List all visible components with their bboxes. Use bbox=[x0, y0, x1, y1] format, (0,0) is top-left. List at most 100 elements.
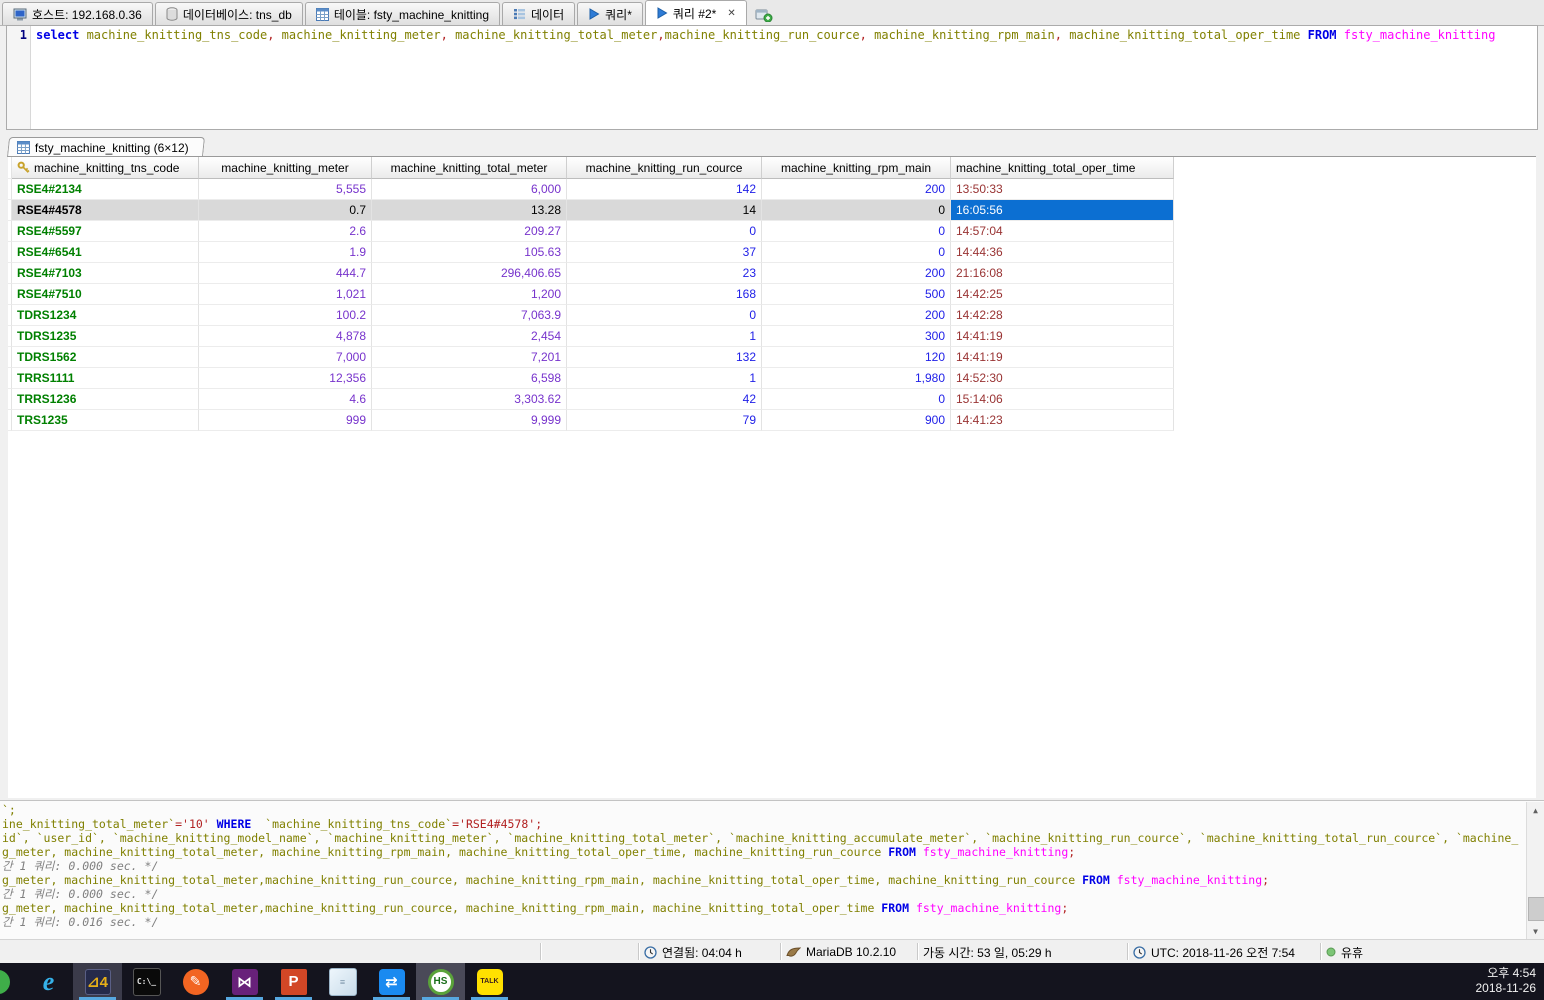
cell-machine_knitting_run_cource[interactable]: 42 bbox=[567, 389, 762, 410]
taskbar-slot-visual-studio-icon[interactable]: ⋈ bbox=[220, 963, 269, 1000]
main-tab-1[interactable]: 호스트: 192.168.0.36 bbox=[2, 2, 153, 25]
main-tab-6[interactable]: 쿼리 #2*✕ bbox=[645, 0, 747, 25]
main-tab-4[interactable]: 데이터 bbox=[502, 2, 575, 25]
cell-machine_knitting_total_meter[interactable]: 105.63 bbox=[372, 242, 567, 263]
cell-machine_knitting_rpm_main[interactable]: 0 bbox=[762, 221, 951, 242]
table-row[interactable]: TDRS15627,0007,20113212014:41:19 bbox=[8, 347, 1536, 368]
main-tab-5[interactable]: 쿼리* bbox=[577, 2, 643, 25]
log-scrollbar[interactable]: ▲ ▼ bbox=[1526, 802, 1544, 940]
column-header-machine_knitting_total_oper_time[interactable]: machine_knitting_total_oper_time bbox=[951, 157, 1174, 179]
cell-machine_knitting_total_oper_time[interactable]: 14:41:19 bbox=[951, 347, 1174, 368]
table-row[interactable]: TRS12359999,9997990014:41:23 bbox=[8, 410, 1536, 431]
cell-machine_knitting_tns_code[interactable]: RSE4#5597 bbox=[12, 221, 199, 242]
cell-machine_knitting_total_meter[interactable]: 296,406.65 bbox=[372, 263, 567, 284]
table-row[interactable]: TDRS1234100.27,063.9020014:42:28 bbox=[8, 305, 1536, 326]
cell-machine_knitting_rpm_main[interactable]: 900 bbox=[762, 410, 951, 431]
table-row[interactable]: RSE4#65411.9105.6337014:44:36 bbox=[8, 242, 1536, 263]
cell-machine_knitting_total_meter[interactable]: 7,063.9 bbox=[372, 305, 567, 326]
cell-machine_knitting_run_cource[interactable]: 142 bbox=[567, 179, 762, 200]
cell-machine_knitting_total_meter[interactable]: 2,454 bbox=[372, 326, 567, 347]
cell-machine_knitting_tns_code[interactable]: TRS1235 bbox=[12, 410, 199, 431]
cell-machine_knitting_rpm_main[interactable]: 120 bbox=[762, 347, 951, 368]
cell-machine_knitting_total_meter[interactable]: 7,201 bbox=[372, 347, 567, 368]
cell-machine_knitting_total_meter[interactable]: 6,598 bbox=[372, 368, 567, 389]
cell-machine_knitting_rpm_main[interactable]: 500 bbox=[762, 284, 951, 305]
cell-machine_knitting_tns_code[interactable]: TRRS1236 bbox=[12, 389, 199, 410]
cell-machine_knitting_rpm_main[interactable]: 0 bbox=[762, 242, 951, 263]
cell-machine_knitting_run_cource[interactable]: 168 bbox=[567, 284, 762, 305]
taskbar-slot-internet-explorer-icon[interactable]: e bbox=[24, 963, 73, 1000]
cell-machine_knitting_tns_code[interactable]: TRRS1111 bbox=[12, 368, 199, 389]
cell-machine_knitting_meter[interactable]: 2.6 bbox=[199, 221, 372, 242]
cell-machine_knitting_run_cource[interactable]: 132 bbox=[567, 347, 762, 368]
cell-machine_knitting_rpm_main[interactable]: 0 bbox=[762, 200, 951, 221]
cell-machine_knitting_tns_code[interactable]: RSE4#2134 bbox=[12, 179, 199, 200]
cell-machine_knitting_meter[interactable]: 5,555 bbox=[199, 179, 372, 200]
cell-machine_knitting_total_meter[interactable]: 13.28 bbox=[372, 200, 567, 221]
taskbar-slot-teamviewer-icon[interactable]: ⇄ bbox=[367, 963, 416, 1000]
table-row[interactable]: TRRS12364.63,303.6242015:14:06 bbox=[8, 389, 1536, 410]
column-header-machine_knitting_total_meter[interactable]: machine_knitting_total_meter bbox=[372, 157, 567, 179]
cell-machine_knitting_total_oper_time[interactable]: 14:57:04 bbox=[951, 221, 1174, 242]
table-row[interactable]: RSE4#75101,0211,20016850014:42:25 bbox=[8, 284, 1536, 305]
cell-machine_knitting_run_cource[interactable]: 37 bbox=[567, 242, 762, 263]
cell-machine_knitting_meter[interactable]: 100.2 bbox=[199, 305, 372, 326]
table-row[interactable]: RSE4#7103444.7296,406.652320021:16:08 bbox=[8, 263, 1536, 284]
new-query-tab-icon[interactable] bbox=[755, 8, 773, 22]
taskbar-slot-picpick-icon[interactable]: ⊿4 bbox=[73, 963, 122, 1000]
cell-machine_knitting_run_cource[interactable]: 1 bbox=[567, 368, 762, 389]
main-tab-3[interactable]: 테이블: fsty_machine_knitting bbox=[305, 2, 500, 25]
cell-machine_knitting_tns_code[interactable]: TDRS1234 bbox=[12, 305, 199, 326]
main-tab-2[interactable]: 데이터베이스: tns_db bbox=[155, 2, 303, 25]
cell-machine_knitting_meter[interactable]: 1,021 bbox=[199, 284, 372, 305]
cell-machine_knitting_rpm_main[interactable]: 200 bbox=[762, 305, 951, 326]
cell-machine_knitting_meter[interactable]: 0.7 bbox=[199, 200, 372, 221]
cell-machine_knitting_tns_code[interactable]: RSE4#7103 bbox=[12, 263, 199, 284]
column-header-machine_knitting_meter[interactable]: machine_knitting_meter bbox=[199, 157, 372, 179]
close-tab-icon[interactable]: ✕ bbox=[727, 8, 735, 19]
taskbar-slot-notepad-icon[interactable]: ≡ bbox=[318, 963, 367, 1000]
cell-machine_knitting_total_meter[interactable]: 209.27 bbox=[372, 221, 567, 242]
cell-machine_knitting_tns_code[interactable]: RSE4#6541 bbox=[12, 242, 199, 263]
table-row[interactable]: RSE4#21345,5556,00014220013:50:33 bbox=[8, 179, 1536, 200]
taskbar-slot-powerpoint-icon[interactable]: P bbox=[269, 963, 318, 1000]
cell-machine_knitting_total_meter[interactable]: 1,200 bbox=[372, 284, 567, 305]
cell-machine_knitting_tns_code[interactable]: RSE4#7510 bbox=[12, 284, 199, 305]
cell-machine_knitting_total_oper_time[interactable]: 14:41:19 bbox=[951, 326, 1174, 347]
result-grid[interactable]: machine_knitting_tns_codemachine_knittin… bbox=[8, 156, 1536, 798]
cell-machine_knitting_run_cource[interactable]: 0 bbox=[567, 221, 762, 242]
cell-machine_knitting_meter[interactable]: 999 bbox=[199, 410, 372, 431]
column-header-machine_knitting_run_cource[interactable]: machine_knitting_run_cource bbox=[567, 157, 762, 179]
taskbar-slot-pencil-app-icon[interactable]: ✎ bbox=[171, 963, 220, 1000]
cell-machine_knitting_total_oper_time[interactable]: 14:52:30 bbox=[951, 368, 1174, 389]
cell-machine_knitting_meter[interactable]: 4.6 bbox=[199, 389, 372, 410]
result-tab[interactable]: fsty_machine_knitting (6×12) bbox=[7, 137, 205, 157]
cell-machine_knitting_run_cource[interactable]: 1 bbox=[567, 326, 762, 347]
cell-machine_knitting_total_meter[interactable]: 3,303.62 bbox=[372, 389, 567, 410]
cell-machine_knitting_rpm_main[interactable]: 200 bbox=[762, 263, 951, 284]
cell-machine_knitting_rpm_main[interactable]: 300 bbox=[762, 326, 951, 347]
cell-machine_knitting_run_cource[interactable]: 14 bbox=[567, 200, 762, 221]
cell-machine_knitting_total_oper_time[interactable]: 14:42:25 bbox=[951, 284, 1174, 305]
cell-machine_knitting_meter[interactable]: 7,000 bbox=[199, 347, 372, 368]
cell-machine_knitting_meter[interactable]: 4,878 bbox=[199, 326, 372, 347]
taskbar-clock[interactable]: 오후 4:54 2018-11-26 bbox=[1476, 966, 1537, 996]
cell-machine_knitting_total_oper_time[interactable]: 21:16:08 bbox=[951, 263, 1174, 284]
cell-machine_knitting_tns_code[interactable]: TDRS1235 bbox=[12, 326, 199, 347]
cell-machine_knitting_meter[interactable]: 12,356 bbox=[199, 368, 372, 389]
cell-machine_knitting_meter[interactable]: 1.9 bbox=[199, 242, 372, 263]
cell-machine_knitting_meter[interactable]: 444.7 bbox=[199, 263, 372, 284]
table-row[interactable]: TDRS12354,8782,454130014:41:19 bbox=[8, 326, 1536, 347]
column-header-machine_knitting_tns_code[interactable]: machine_knitting_tns_code bbox=[12, 157, 199, 179]
taskbar-slot-heidisql-icon[interactable]: HS bbox=[416, 963, 465, 1000]
cell-machine_knitting_total_oper_time[interactable]: 14:42:28 bbox=[951, 305, 1174, 326]
partial-app-icon[interactable] bbox=[0, 970, 10, 994]
scrollbar-thumb[interactable] bbox=[1528, 897, 1544, 921]
scroll-down-icon[interactable]: ▼ bbox=[1527, 923, 1544, 940]
cell-machine_knitting_total_meter[interactable]: 9,999 bbox=[372, 410, 567, 431]
cell-machine_knitting_total_oper_time[interactable]: 15:14:06 bbox=[951, 389, 1174, 410]
table-row[interactable]: RSE4#55972.6209.270014:57:04 bbox=[8, 221, 1536, 242]
taskbar-slot-kakaotalk-icon[interactable]: TALK bbox=[465, 963, 514, 1000]
taskbar-slot-command-prompt-icon[interactable]: C:\_ bbox=[122, 963, 171, 1000]
cell-machine_knitting_total_oper_time[interactable]: 14:44:36 bbox=[951, 242, 1174, 263]
